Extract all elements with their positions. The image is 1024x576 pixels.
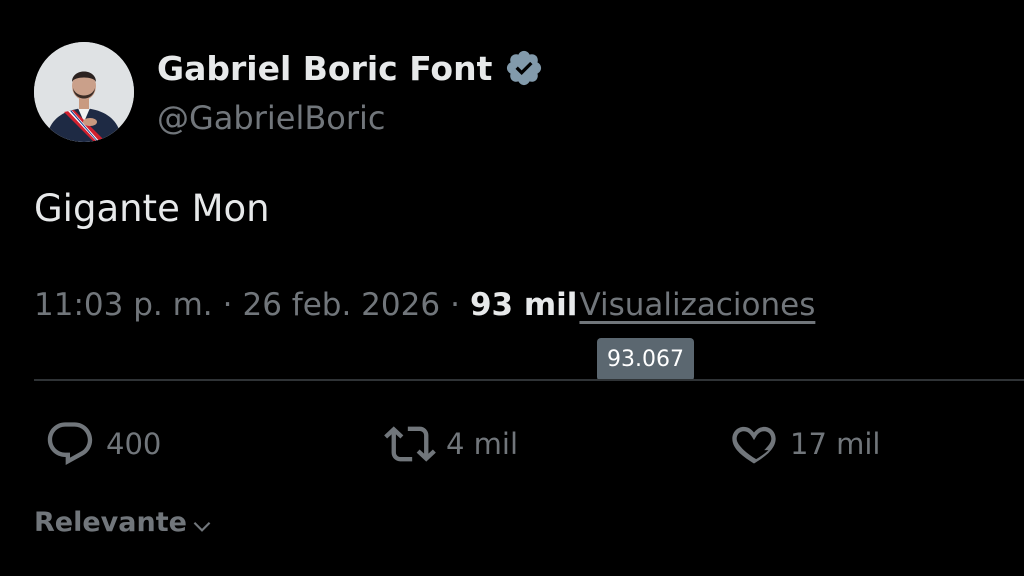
chevron-down-icon <box>193 521 211 532</box>
views-tooltip: 93.067 <box>597 338 694 381</box>
retweet-button[interactable]: 4 mil <box>384 418 518 470</box>
avatar[interactable] <box>34 42 134 142</box>
reply-icon <box>47 422 93 465</box>
like-count: 17 mil <box>790 427 881 461</box>
display-name-row[interactable]: Gabriel Boric Font <box>157 48 544 88</box>
user-handle[interactable]: @GabrielBoric <box>157 99 386 137</box>
views-link[interactable]: Visualizaciones <box>579 287 815 323</box>
tweet-text: Gigante Mon <box>34 187 270 230</box>
sort-label: Relevante <box>34 506 187 538</box>
retweet-count: 4 mil <box>446 427 519 461</box>
retweet-icon <box>384 426 436 462</box>
display-name[interactable]: Gabriel Boric Font <box>157 49 492 88</box>
tweet-detail: Gabriel Boric Font @GabrielBoric Gigante… <box>0 0 1024 576</box>
divider <box>34 379 1024 381</box>
reply-button[interactable]: 400 <box>44 418 161 470</box>
sort-dropdown[interactable]: Relevante <box>34 505 215 539</box>
tweet-time[interactable]: 11:03 p. m. <box>34 287 213 323</box>
tweet-meta: 11:03 p. m. · 26 feb. 2026 · 93 mil Visu… <box>34 287 815 323</box>
verified-badge-icon[interactable] <box>504 48 544 88</box>
meta-separator: · <box>450 287 460 323</box>
views-count[interactable]: 93 mil <box>470 287 578 323</box>
tweet-date[interactable]: 26 feb. 2026 <box>243 287 441 323</box>
reply-count: 400 <box>106 427 162 461</box>
avatar-image <box>34 42 134 142</box>
heart-icon <box>732 426 776 464</box>
like-button[interactable]: 17 mil <box>728 418 880 470</box>
meta-separator: · <box>222 287 233 323</box>
